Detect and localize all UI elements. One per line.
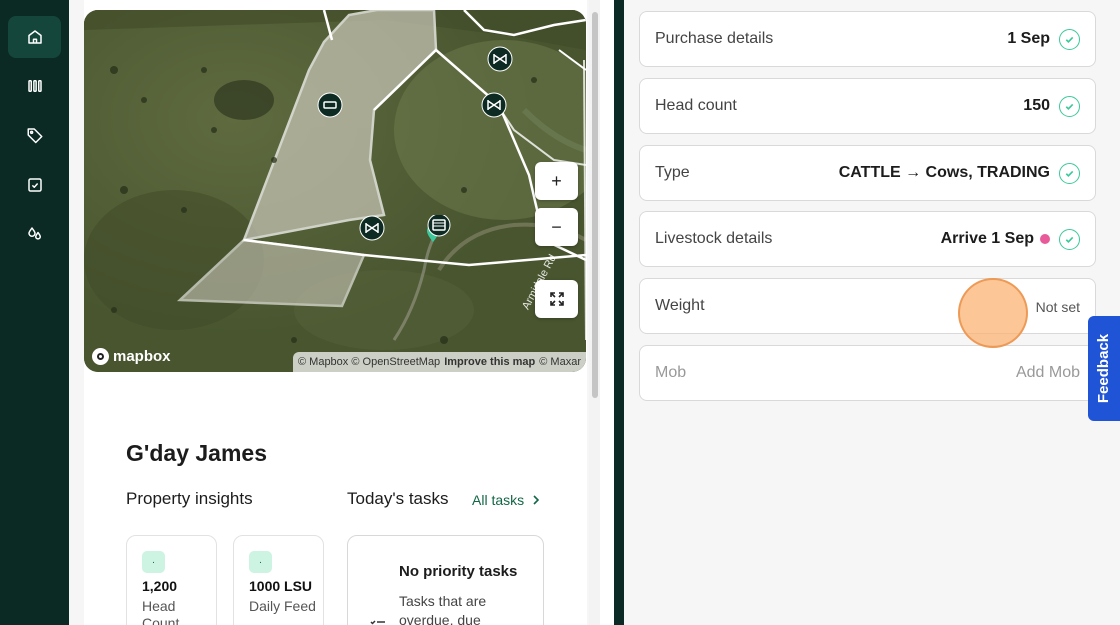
touch-indicator [958, 278, 1028, 348]
status-dot [1040, 234, 1050, 244]
insight-label: Daily Feed [249, 598, 316, 614]
panel-divider [614, 0, 624, 625]
zoom-out-button[interactable]: − [535, 208, 578, 246]
attribution-osm-link[interactable]: © OpenStreetMap [351, 356, 440, 368]
row-value: Arrive 1 Sep [940, 230, 1034, 247]
insight-icon: · [142, 551, 165, 573]
head-count-row[interactable]: Head count 150 [639, 78, 1096, 134]
property-insights-title: Property insights [126, 489, 253, 508]
row-label: Purchase details [655, 30, 774, 47]
priority-tasks-card[interactable]: No priority tasks Tasks that are overdue… [347, 535, 544, 625]
nav-tasks[interactable] [8, 164, 61, 206]
mapbox-logo-icon [92, 348, 109, 365]
check-circle-icon [1059, 96, 1080, 117]
row-label: Livestock details [655, 230, 773, 247]
insight-value: 1,200 [142, 578, 178, 594]
type-row[interactable]: Type CATTLE → Cows, TRADING [639, 145, 1096, 201]
check-circle-icon [1059, 29, 1080, 50]
improve-map-link[interactable]: Improve this map [444, 356, 535, 368]
row-value: Not set [1035, 299, 1080, 315]
add-mob-action[interactable]: Add Mob [1016, 364, 1080, 382]
mapbox-logo[interactable]: mapbox [92, 348, 171, 365]
water-point-icon[interactable] [317, 92, 343, 118]
drops-icon [27, 227, 41, 240]
all-tasks-link[interactable]: All tasks [472, 492, 540, 508]
property-map[interactable]: + − Armidale Rd mapbox © Mapbox © OpenSt… [84, 10, 586, 372]
insight-value: 1000 LSU [249, 578, 313, 594]
home-icon [27, 30, 42, 44]
row-label: Mob [655, 364, 687, 381]
insight-label: Head Count [142, 598, 180, 625]
task-list-icon [370, 620, 385, 625]
nav-paddocks[interactable] [8, 65, 61, 107]
scrollbar-thumb[interactable] [592, 12, 598, 398]
mob-row[interactable]: Mob Add Mob [639, 345, 1096, 401]
livestock-details-row[interactable]: Livestock details Arrive 1 Sep [639, 211, 1096, 267]
nav-water[interactable] [8, 213, 61, 255]
attribution-mapbox-link[interactable]: © Mapbox [298, 356, 348, 368]
greeting-title: G'day James [126, 440, 267, 466]
check-circle-icon [1059, 229, 1080, 250]
row-label: Type [655, 164, 690, 181]
row-value: 1 Sep [1007, 30, 1050, 47]
row-label: Weight [655, 297, 705, 314]
zoom-in-button[interactable]: + [535, 162, 578, 200]
expand-icon [549, 292, 564, 306]
gate-icon[interactable] [487, 46, 513, 72]
insight-icon: · [249, 551, 272, 573]
tasks-card-text: Tasks that are overdue, due [399, 593, 487, 625]
todays-tasks-title: Today's tasks [347, 489, 449, 508]
row-label: Head count [655, 97, 737, 114]
insight-card-head-count[interactable]: · 1,200 Head Count [126, 535, 217, 625]
attribution-maxar-link[interactable]: © Maxar [539, 356, 581, 368]
paddocks-icon [27, 80, 42, 92]
map-attribution: © Mapbox © OpenStreetMap Improve this ma… [293, 352, 586, 372]
gate-icon[interactable] [481, 92, 507, 118]
gate-icon[interactable] [359, 215, 385, 241]
insight-card-daily-feed[interactable]: · 1000 LSU Daily Feed [233, 535, 324, 625]
chevron-right-icon [533, 495, 540, 505]
purchase-details-row[interactable]: Purchase details 1 Sep [639, 11, 1096, 67]
sidebar [0, 0, 69, 625]
nav-home[interactable] [8, 16, 61, 58]
location-pin-icon[interactable] [417, 215, 451, 251]
nav-livestock[interactable] [8, 114, 61, 156]
row-value: CATTLE → Cows, TRADING [838, 164, 1050, 181]
check-circle-icon [1059, 163, 1080, 184]
row-value: 150 [1023, 97, 1050, 114]
checkbox-icon [27, 178, 42, 192]
tag-icon [27, 128, 42, 144]
row-value-group: Arrive 1 Sep [941, 230, 1050, 248]
feedback-button[interactable]: Feedback [1088, 316, 1120, 421]
tasks-card-title: No priority tasks [399, 563, 518, 580]
